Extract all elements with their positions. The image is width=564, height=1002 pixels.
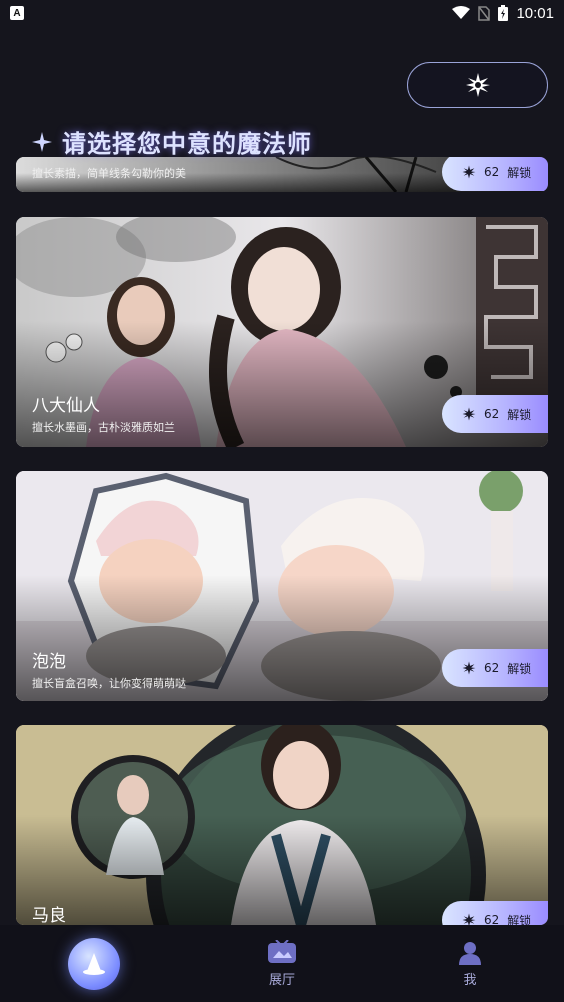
nav-label-me: 我 [463, 972, 477, 988]
unlock-label: 解锁 [507, 407, 532, 422]
snowflake-icon [462, 661, 476, 675]
user-icon [459, 941, 481, 965]
unlock-label: 解锁 [507, 165, 532, 180]
sparkle-icon [32, 131, 52, 152]
snowflake-icon [462, 165, 476, 179]
app-screen: A 10:01 擅长素描，简单线条勾勒你的美 62 解锁 请选择您中意的魔法师 … [0, 0, 564, 1002]
unlock-button[interactable]: 62 解锁 [442, 649, 548, 687]
wizard-card-ma-liang[interactable]: 马良 62 解锁 [16, 725, 548, 925]
unlock-label: 解锁 [507, 913, 532, 926]
page-title: 请选择您中意的魔法师 [32, 124, 312, 159]
unlock-count: 62 [484, 913, 500, 925]
battery-charging-icon [498, 5, 509, 21]
magic-points-button[interactable] [407, 62, 548, 108]
card-description: 擅长盲盒召唤，让你变得萌萌哒 [32, 677, 186, 690]
unlock-count: 62 [484, 407, 500, 421]
status-time: 10:01 [516, 4, 554, 22]
card-description: 擅长素描，简单线条勾勒你的美 [32, 167, 186, 180]
nav-active-indicator [68, 937, 120, 990]
no-sim-icon [478, 5, 491, 21]
wizard-card-sketch[interactable]: 擅长素描，简单线条勾勒你的美 62 解锁 [16, 157, 548, 192]
app-notification-icon: A [10, 6, 24, 20]
gallery-icon [268, 939, 296, 963]
page-title-text: 请选择您中意的魔法师 [62, 130, 312, 158]
wizard-card-blind-box[interactable]: 泡泡 擅长盲盒召唤，让你变得萌萌哒 62 解锁 [16, 471, 548, 701]
bottom-navigation: 展厅 我 [0, 925, 564, 1002]
unlock-button[interactable]: 62 解锁 [442, 395, 548, 433]
nav-item-wizards[interactable] [0, 925, 188, 1002]
wifi-icon [452, 6, 471, 19]
nav-item-me[interactable]: 我 [376, 925, 564, 1002]
snowflake-badge-icon [465, 73, 490, 97]
nav-label-gallery: 展厅 [268, 972, 295, 988]
unlock-label: 解锁 [507, 661, 532, 676]
unlock-button[interactable]: 62 解锁 [442, 157, 548, 191]
unlock-button[interactable]: 62 解锁 [442, 901, 548, 925]
wizard-card-ink-painting[interactable]: 八大仙人 擅长水墨画，古朴淡雅质如兰 62 解锁 [16, 217, 548, 447]
wizard-name: 泡泡 [32, 652, 66, 672]
nav-item-gallery[interactable]: 展厅 [188, 925, 376, 1002]
wizard-hat-icon [83, 952, 105, 975]
snowflake-icon [462, 913, 476, 925]
snowflake-icon [462, 407, 476, 421]
unlock-count: 62 [484, 661, 500, 675]
status-bar: A 10:01 [0, 0, 564, 26]
wizard-name: 马良 [32, 906, 66, 925]
card-description: 擅长水墨画，古朴淡雅质如兰 [32, 421, 175, 434]
unlock-count: 62 [484, 165, 500, 179]
wizard-name: 八大仙人 [32, 396, 100, 416]
